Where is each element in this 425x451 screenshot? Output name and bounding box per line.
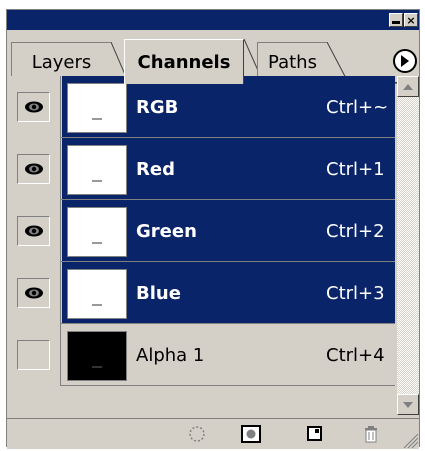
channel-shortcut: Ctrl+~: [326, 96, 389, 118]
new-channel-button[interactable]: [305, 425, 325, 443]
visibility-cell: [7, 76, 61, 138]
channel-shortcut: Ctrl+4: [326, 344, 385, 366]
channel-name: Blue: [136, 282, 181, 304]
tab-channels-label: Channels: [137, 51, 231, 73]
visibility-cell: [7, 324, 61, 386]
tab-paths-label: Paths: [268, 52, 317, 73]
channel-name: Alpha 1: [136, 344, 205, 366]
channel-row-red[interactable]: Red Ctrl+1: [7, 138, 395, 200]
panel-title-bar: ×: [7, 10, 419, 30]
panel-bottom-bar: [7, 418, 419, 449]
load-selection-icon: [189, 426, 205, 442]
close-button[interactable]: ×: [404, 13, 418, 27]
channel-shortcut: Ctrl+1: [326, 158, 385, 180]
arrow-down-icon: [403, 401, 413, 408]
delete-channel-button[interactable]: [361, 425, 381, 443]
load-selection-button[interactable]: [187, 425, 207, 443]
visibility-toggle[interactable]: [17, 216, 50, 246]
channel-name: Red: [136, 158, 175, 180]
scroll-up-button[interactable]: [397, 76, 419, 97]
new-channel-icon: [307, 426, 322, 441]
trash-icon: [365, 426, 377, 443]
channel-row-green[interactable]: Green Ctrl+2: [7, 200, 395, 262]
channel-row-rgb[interactable]: RGB Ctrl+~: [7, 76, 395, 138]
channel-shortcut: Ctrl+3: [326, 282, 385, 304]
channel-thumbnail: [67, 145, 127, 195]
save-selection-icon: [241, 425, 261, 443]
visibility-cell: [7, 200, 61, 262]
panel-menu-button[interactable]: [393, 49, 417, 73]
channel-thumbnail: [67, 269, 127, 319]
arrow-up-icon: [403, 83, 413, 90]
play-arrow-icon: [401, 55, 409, 67]
visibility-cell: [7, 262, 61, 324]
save-selection-button[interactable]: [241, 425, 261, 443]
scroll-down-button[interactable]: [397, 394, 419, 415]
channel-row-alpha-1[interactable]: Alpha 1 Ctrl+4: [7, 324, 395, 386]
visibility-cell: [7, 138, 61, 200]
eye-icon: [24, 163, 43, 175]
visibility-toggle[interactable]: [17, 92, 50, 122]
visibility-toggle[interactable]: [17, 340, 50, 370]
tab-channels[interactable]: Channels: [124, 39, 244, 84]
eye-icon: [24, 101, 43, 113]
channel-list: RGB Ctrl+~ Red Ctrl+1 Green Ctrl+2 Blue …: [7, 76, 395, 398]
close-icon: ×: [406, 13, 416, 27]
resize-grip-icon[interactable]: [401, 431, 419, 449]
channel-name: Green: [136, 220, 197, 242]
tab-layers-label: Layers: [31, 52, 92, 73]
channel-name: RGB: [136, 96, 179, 118]
eye-icon: [24, 225, 43, 237]
visibility-toggle[interactable]: [17, 278, 50, 308]
channel-thumbnail: [67, 331, 127, 381]
minimize-icon: [392, 21, 400, 24]
channels-panel: × Layers Channels Paths RGB Ctrl+~ Red C…: [6, 9, 420, 449]
channel-thumbnail: [67, 83, 127, 133]
channel-row-blue[interactable]: Blue Ctrl+3: [7, 262, 395, 324]
eye-icon: [24, 287, 43, 299]
channel-shortcut: Ctrl+2: [326, 220, 385, 242]
visibility-toggle[interactable]: [17, 154, 50, 184]
minimize-button[interactable]: [389, 13, 403, 27]
vertical-scrollbar[interactable]: [397, 76, 419, 415]
channel-thumbnail: [67, 207, 127, 257]
